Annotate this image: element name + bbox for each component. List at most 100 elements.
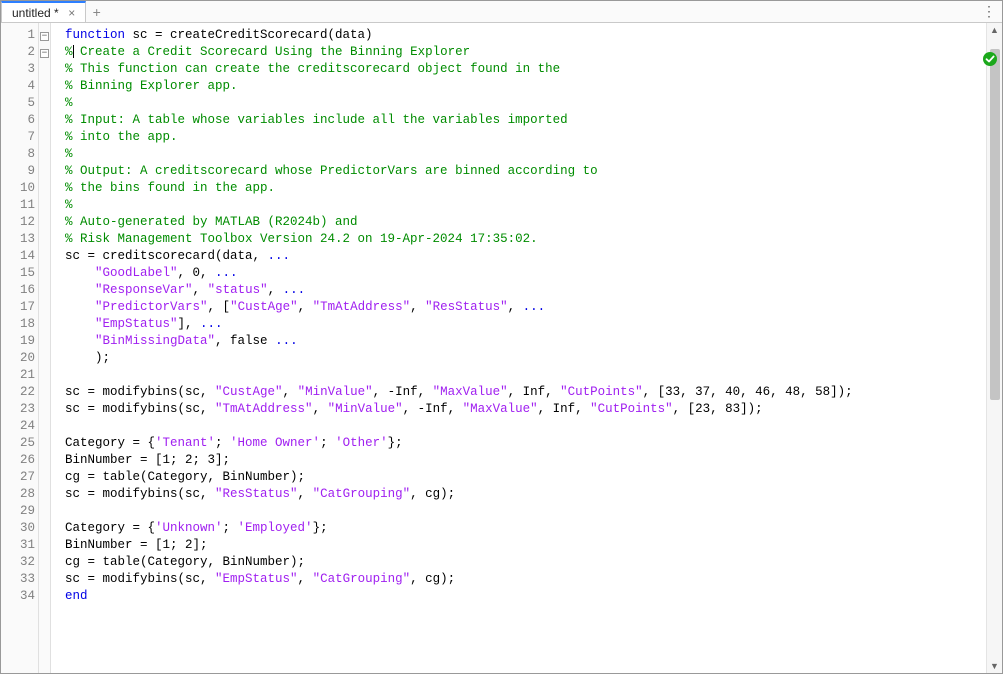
code-line[interactable]: cg = table(Category, BinNumber); xyxy=(65,554,986,571)
code-ok-icon xyxy=(982,51,998,67)
line-number: 5 xyxy=(1,95,37,112)
line-number: 22 xyxy=(1,384,37,401)
code-line[interactable]: % xyxy=(65,95,986,112)
close-tab-icon[interactable]: × xyxy=(65,6,79,20)
code-line[interactable]: % Binning Explorer app. xyxy=(65,78,986,95)
line-number: 24 xyxy=(1,418,37,435)
code-line[interactable]: Category = {'Tenant'; 'Home Owner'; 'Oth… xyxy=(65,435,986,452)
scroll-up-button[interactable]: ▲ xyxy=(988,23,1002,37)
line-number: 11 xyxy=(1,197,37,214)
line-number: 20 xyxy=(1,350,37,367)
fold-marker[interactable]: − xyxy=(39,44,50,61)
code-line[interactable]: end xyxy=(65,588,986,605)
code-line[interactable] xyxy=(65,503,986,520)
fold-marker xyxy=(39,248,50,265)
line-number: 9 xyxy=(1,163,37,180)
code-line[interactable]: % into the app. xyxy=(65,129,986,146)
line-number: 30 xyxy=(1,520,37,537)
line-number: 28 xyxy=(1,486,37,503)
line-number: 15 xyxy=(1,265,37,282)
fold-marker xyxy=(39,129,50,146)
line-number: 23 xyxy=(1,401,37,418)
fold-marker xyxy=(39,333,50,350)
line-number: 27 xyxy=(1,469,37,486)
line-number: 4 xyxy=(1,78,37,95)
code-line[interactable]: % the bins found in the app. xyxy=(65,180,986,197)
fold-marker xyxy=(39,316,50,333)
code-line[interactable]: sc = modifybins(sc, "EmpStatus", "CatGro… xyxy=(65,571,986,588)
fold-marker xyxy=(39,61,50,78)
fold-marker xyxy=(39,299,50,316)
fold-marker xyxy=(39,435,50,452)
fold-marker xyxy=(39,350,50,367)
fold-marker xyxy=(39,197,50,214)
line-number: 19 xyxy=(1,333,37,350)
code-line[interactable]: Category = {'Unknown'; 'Employed'}; xyxy=(65,520,986,537)
tab-overflow-menu-icon[interactable]: ⋮ xyxy=(982,3,996,20)
code-line[interactable]: sc = modifybins(sc, "CustAge", "MinValue… xyxy=(65,384,986,401)
line-number: 18 xyxy=(1,316,37,333)
code-line[interactable]: "BinMissingData", false ... xyxy=(65,333,986,350)
code-line[interactable]: BinNumber = [1; 2]; xyxy=(65,537,986,554)
fold-marker xyxy=(39,95,50,112)
fold-marker[interactable]: − xyxy=(39,27,50,44)
code-line[interactable]: % Auto-generated by MATLAB (R2024b) and xyxy=(65,214,986,231)
code-area[interactable]: function sc = createCreditScorecard(data… xyxy=(51,23,986,673)
code-line[interactable]: function sc = createCreditScorecard(data… xyxy=(65,27,986,44)
file-tab[interactable]: untitled * × xyxy=(1,1,86,22)
line-number-gutter: 1234567891011121314151617181920212223242… xyxy=(1,23,39,673)
code-line[interactable]: "GoodLabel", 0, ... xyxy=(65,265,986,282)
code-line[interactable]: cg = table(Category, BinNumber); xyxy=(65,469,986,486)
fold-marker xyxy=(39,537,50,554)
line-number: 13 xyxy=(1,231,37,248)
fold-marker xyxy=(39,231,50,248)
tab-bar: untitled * × + ⋮ xyxy=(1,1,1002,23)
line-number: 3 xyxy=(1,61,37,78)
code-line[interactable]: % xyxy=(65,146,986,163)
code-line[interactable]: % Input: A table whose variables include… xyxy=(65,112,986,129)
line-number: 26 xyxy=(1,452,37,469)
line-number: 6 xyxy=(1,112,37,129)
code-line[interactable]: % This function can create the creditsco… xyxy=(65,61,986,78)
code-line[interactable]: sc = creditscorecard(data, ... xyxy=(65,248,986,265)
code-line[interactable]: "PredictorVars", ["CustAge", "TmAtAddres… xyxy=(65,299,986,316)
fold-marker xyxy=(39,503,50,520)
scroll-down-button[interactable]: ▼ xyxy=(988,659,1002,673)
fold-marker xyxy=(39,180,50,197)
code-fold-gutter: −− xyxy=(39,23,51,673)
line-number: 2 xyxy=(1,44,37,61)
line-number: 10 xyxy=(1,180,37,197)
fold-marker xyxy=(39,418,50,435)
fold-marker xyxy=(39,486,50,503)
code-line[interactable]: % Output: A creditscorecard whose Predic… xyxy=(65,163,986,180)
fold-marker xyxy=(39,367,50,384)
line-number: 12 xyxy=(1,214,37,231)
code-line[interactable]: sc = modifybins(sc, "ResStatus", "CatGro… xyxy=(65,486,986,503)
line-number: 33 xyxy=(1,571,37,588)
code-line[interactable]: % xyxy=(65,197,986,214)
code-line[interactable]: % Risk Management Toolbox Version 24.2 o… xyxy=(65,231,986,248)
fold-marker xyxy=(39,78,50,95)
fold-marker xyxy=(39,146,50,163)
fold-marker xyxy=(39,282,50,299)
code-line[interactable] xyxy=(65,367,986,384)
fold-marker xyxy=(39,452,50,469)
new-tab-button[interactable]: + xyxy=(86,1,108,22)
line-number: 17 xyxy=(1,299,37,316)
line-number: 21 xyxy=(1,367,37,384)
line-number: 31 xyxy=(1,537,37,554)
fold-marker xyxy=(39,163,50,180)
vertical-scrollbar[interactable]: ▲ ▼ xyxy=(986,23,1002,673)
code-line[interactable] xyxy=(65,418,986,435)
line-number: 34 xyxy=(1,588,37,605)
fold-marker xyxy=(39,520,50,537)
code-line[interactable]: "ResponseVar", "status", ... xyxy=(65,282,986,299)
scroll-thumb[interactable] xyxy=(990,49,1000,400)
code-line[interactable]: % Create a Credit Scorecard Using the Bi… xyxy=(65,44,986,61)
code-line[interactable]: ); xyxy=(65,350,986,367)
line-number: 8 xyxy=(1,146,37,163)
fold-marker xyxy=(39,554,50,571)
code-line[interactable]: BinNumber = [1; 2; 3]; xyxy=(65,452,986,469)
code-line[interactable]: "EmpStatus"], ... xyxy=(65,316,986,333)
code-line[interactable]: sc = modifybins(sc, "TmAtAddress", "MinV… xyxy=(65,401,986,418)
